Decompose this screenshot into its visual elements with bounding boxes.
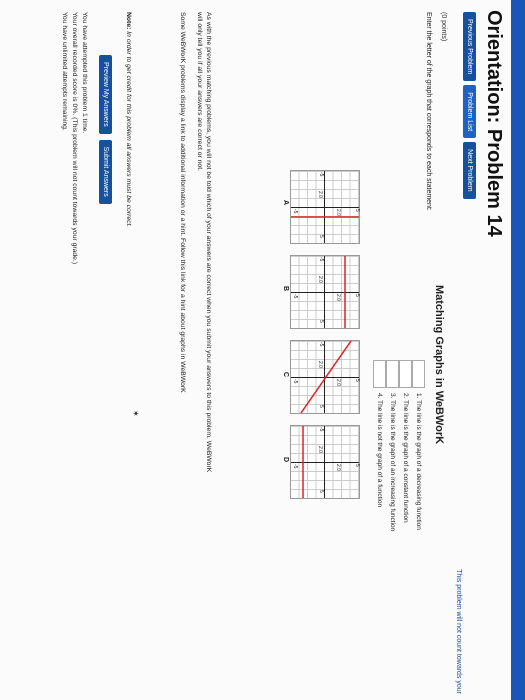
tick-label: 2.0 <box>317 361 323 368</box>
answer-input-4[interactable] <box>373 360 386 388</box>
tick-label: -5 <box>318 427 324 432</box>
tick-label: 5 <box>354 379 360 382</box>
tick-label: -5 <box>292 379 298 384</box>
tick-label: -5 <box>292 294 298 299</box>
submit-answers-button[interactable]: Submit Answers <box>99 139 112 204</box>
tick-label: 2.0 <box>317 446 323 453</box>
paragraph-matching: As with the previous matching problems, … <box>195 12 213 512</box>
answer-input-1[interactable] <box>412 360 425 388</box>
graph-b-label: B <box>282 286 289 292</box>
statement-row: 4. The line is not the graph of a functi… <box>373 360 386 531</box>
tick-label: 2.0 <box>335 209 341 216</box>
tick-label: -5 <box>318 342 324 347</box>
note-label: Note: <box>125 12 132 30</box>
graph-b[interactable]: 5 -5 -5 5 2.0 2.0 <box>290 255 360 329</box>
tick-label: 5 <box>354 209 360 212</box>
next-problem-button[interactable]: Next Problem <box>463 142 476 199</box>
tick-label: 2.0 <box>317 191 323 198</box>
tick-label: 2.0 <box>335 294 341 301</box>
graph-c-line <box>300 341 352 413</box>
tick-label: 5 <box>318 490 324 493</box>
tick-label: -5 <box>318 172 324 177</box>
graph-c[interactable]: 5 -5 -5 5 2.0 2.0 <box>290 340 360 414</box>
tick-label: 5 <box>354 294 360 297</box>
paragraph-hint: Some WeBWorK problems display a link to … <box>179 12 186 393</box>
instruction-text: Enter the letter of the graph that corre… <box>425 12 432 211</box>
statement-row: 1. The line is the graph of a decreasing… <box>412 360 425 531</box>
tick-label: 5 <box>318 405 324 408</box>
graph-a-line <box>291 216 359 218</box>
graph-d[interactable]: 5 -5 -5 5 2.0 2.0 <box>290 425 360 499</box>
tick-label: 5 <box>318 235 324 238</box>
statement-list: 1. The line is the graph of a decreasing… <box>373 360 425 531</box>
tick-label: 2.0 <box>335 464 341 471</box>
statement-text: 4. The line is not the graph of a functi… <box>376 393 383 508</box>
statement-text: 1. The line is the graph of a decreasing… <box>415 393 422 530</box>
preview-answers-button[interactable]: Preview My Answers <box>99 55 112 134</box>
graph-a-label: A <box>282 200 289 206</box>
statement-text: 2. The line is the graph of a constant f… <box>402 393 409 523</box>
statement-row: 3. The line is the graph of an increasin… <box>386 360 399 531</box>
remaining-text: You have unlimited attempts remaining. <box>61 12 68 131</box>
tick-label: -5 <box>318 257 324 262</box>
top-bar <box>511 0 525 700</box>
tick-label: 5 <box>354 464 360 467</box>
tick-label: 2.0 <box>317 276 323 283</box>
graph-c-label: C <box>282 372 289 378</box>
graph-b-line <box>344 256 346 328</box>
tick-label: -5 <box>292 209 298 214</box>
tick-label: 5 <box>318 320 324 323</box>
screenshot-stage: Orientation: Problem 14 Previous Problem… <box>0 0 525 700</box>
attempts-text: You have attempted this problem 1 time. <box>81 12 88 134</box>
page-title: Orientation: Problem 14 <box>483 10 505 237</box>
answer-buttons: Preview My Answers Submit Answers <box>99 55 112 204</box>
note-line: Note: In order to get credit for this pr… <box>124 12 133 512</box>
paragraph-line: As with the previous matching problems, … <box>205 12 212 473</box>
tick-label: -5 <box>292 464 298 469</box>
graph-a[interactable]: 5 -5 -5 5 2.0 2.0 <box>290 170 360 244</box>
answer-input-2[interactable] <box>399 360 412 388</box>
statement-row: 2. The line is the graph of a constant f… <box>399 360 412 531</box>
score-text: Your overall recorded score is 0%. (This… <box>71 12 78 265</box>
problem-list-button[interactable]: Problem List <box>463 85 476 139</box>
graph-d-line <box>302 426 304 498</box>
no-count-note: This problem will not count towards your <box>455 569 462 694</box>
answer-input-3[interactable] <box>386 360 399 388</box>
tick-label: 2.0 <box>335 379 341 386</box>
paragraph-line: will only tell you if all your answers a… <box>196 12 203 172</box>
problem-nav: Previous Problem Problem List Next Probl… <box>463 12 476 199</box>
statement-text: 3. The line is the graph of an increasin… <box>389 393 396 532</box>
graph-d-label: D <box>282 457 289 463</box>
problem-heading: Matching Graphs in WeBWorK <box>433 285 445 445</box>
note-text: In order to get credit for this problem … <box>125 31 132 228</box>
previous-problem-button[interactable]: Previous Problem <box>463 12 476 82</box>
points-label: (0 points) <box>440 12 447 42</box>
